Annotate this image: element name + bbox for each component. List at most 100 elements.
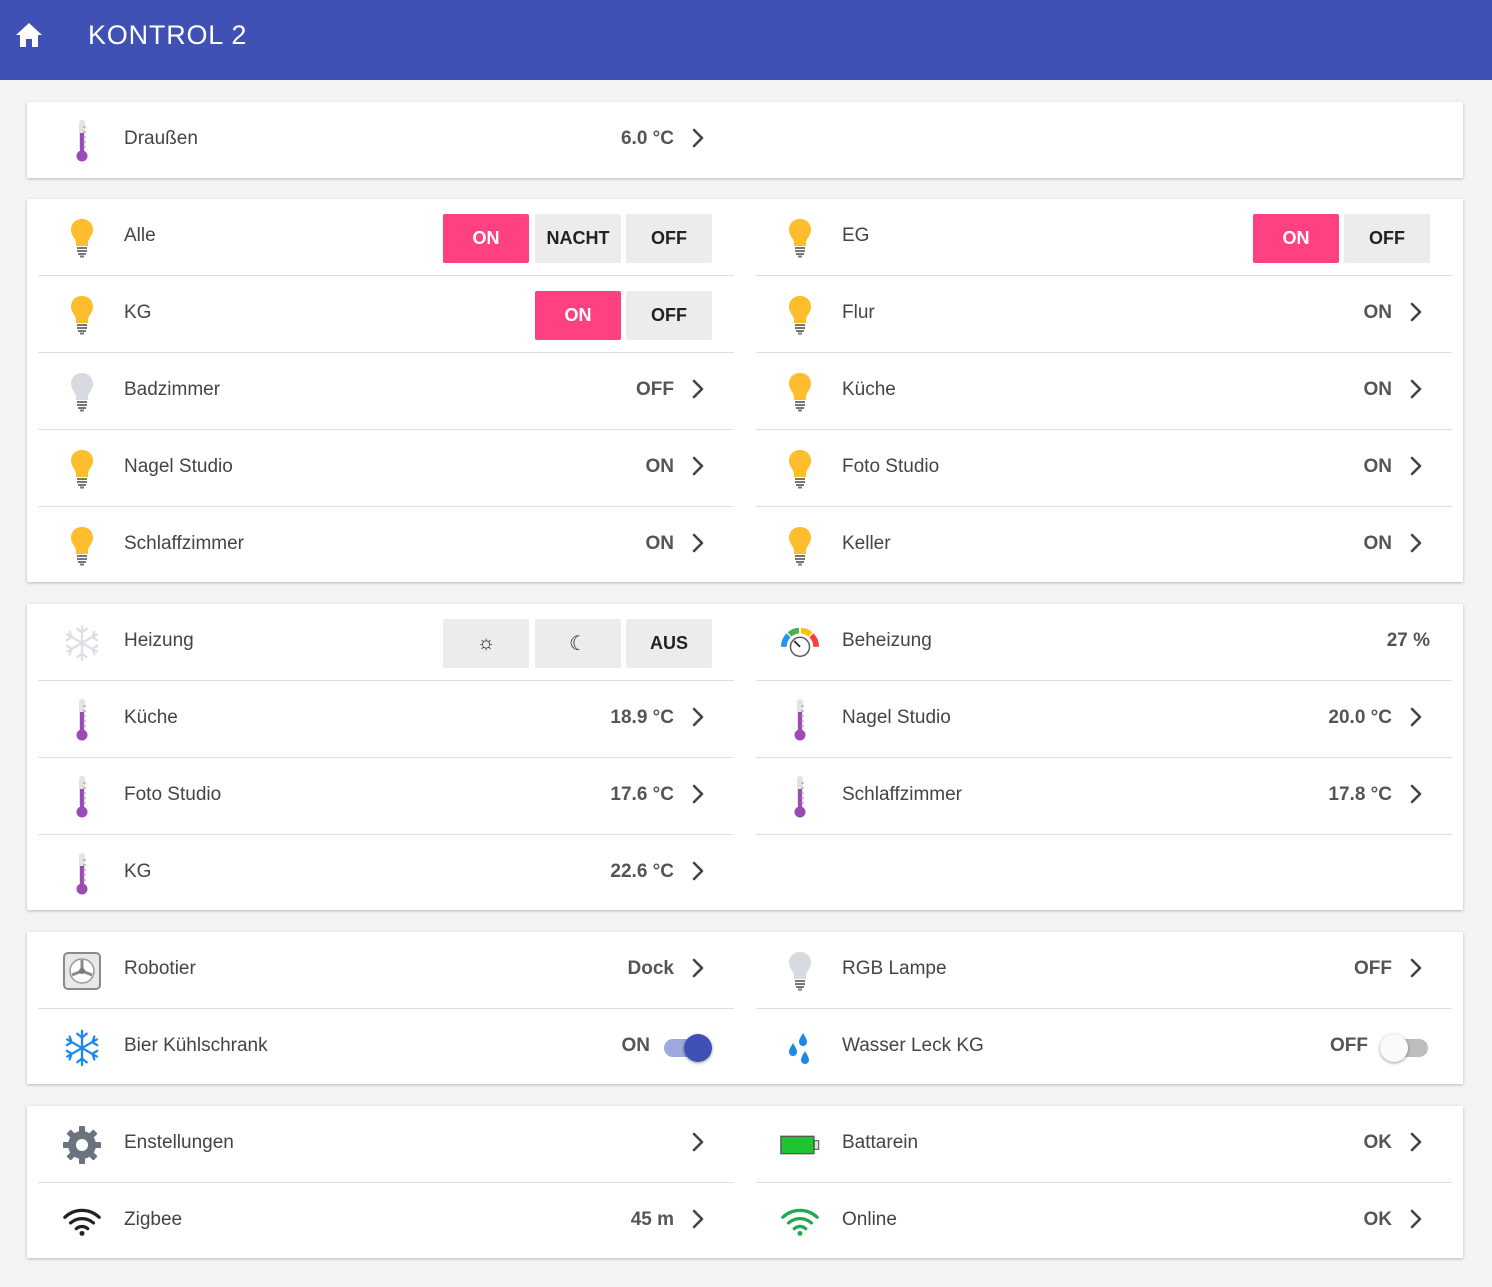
eg-off-button[interactable]: OFF — [1344, 214, 1430, 263]
chevron-right-icon — [688, 531, 708, 555]
chevron-right-icon — [688, 1207, 708, 1231]
device-state: ON — [621, 1035, 651, 1056]
chevron-right-icon — [688, 126, 708, 150]
temp-row-foto-studio[interactable]: Foto Studio 17.6 °C — [38, 758, 734, 835]
heating-night-button[interactable]: ☾ — [535, 619, 621, 668]
system-card: Enstellungen Zigbee 45 m Battarein OK On… — [27, 1106, 1463, 1258]
chevron-right-icon — [688, 859, 708, 883]
light-state: ON — [1363, 456, 1393, 477]
system-row-battery[interactable]: Battarein OK — [756, 1106, 1452, 1183]
temp-row-kueche[interactable]: Küche 18.9 °C — [38, 681, 734, 758]
chevron-right-icon — [688, 782, 708, 806]
light-state: ON — [1363, 533, 1393, 554]
bulb-on-icon — [62, 294, 102, 336]
light-state: ON — [1363, 379, 1393, 400]
light-label: Flur — [842, 302, 875, 323]
thermometer-icon — [62, 120, 102, 162]
system-label: Enstellungen — [124, 1132, 234, 1153]
gear-icon — [62, 1124, 102, 1166]
heating-mode-row: Heizung ☼ ☾ AUS — [38, 604, 734, 681]
chevron-right-icon — [688, 705, 708, 729]
alle-off-button[interactable]: OFF — [626, 214, 712, 263]
light-label: Schlaffzimmer — [124, 533, 245, 554]
system-row-online[interactable]: Online OK — [756, 1183, 1452, 1260]
light-label: EG — [842, 225, 870, 246]
thermometer-icon — [780, 776, 820, 818]
chevron-right-icon — [688, 956, 708, 980]
light-row-keller[interactable]: Keller ON — [756, 507, 1452, 584]
heating-day-button[interactable]: ☼ — [443, 619, 529, 668]
bulb-on-icon — [780, 371, 820, 413]
light-label: KG — [124, 302, 152, 323]
device-label: Robotier — [124, 958, 196, 979]
light-row-badzimmer[interactable]: Badzimmer OFF — [38, 353, 734, 430]
beheizung-row: Beheizung 27 % — [756, 604, 1452, 681]
system-value: OK — [1363, 1132, 1393, 1153]
battery-icon — [780, 1124, 820, 1166]
water-drops-icon — [780, 1027, 820, 1069]
chevron-right-icon — [688, 454, 708, 478]
system-label: Online — [842, 1209, 897, 1230]
app-bar: KONTROL 2 — [0, 0, 1492, 80]
chevron-right-icon — [1406, 782, 1426, 806]
bulb-on-icon — [62, 448, 102, 490]
temp-value: 17.8 °C — [1328, 784, 1392, 805]
devices-card: Robotier Dock Bier Kühlschrank ON RGB La… — [27, 932, 1463, 1084]
wifi-icon — [62, 1201, 102, 1243]
system-row-settings[interactable]: Enstellungen — [38, 1106, 734, 1183]
thermometer-icon — [62, 853, 102, 895]
outside-row[interactable]: Draußen 6.0 °C — [38, 102, 734, 179]
temp-row-schlaffzimmer[interactable]: Schlaffzimmer 17.8 °C — [756, 758, 1452, 835]
thermometer-icon — [62, 776, 102, 818]
bulb-on-icon — [780, 217, 820, 259]
light-row-schlaffzimmer[interactable]: Schlaffzimmer ON — [38, 507, 734, 584]
system-row-zigbee[interactable]: Zigbee 45 m — [38, 1183, 734, 1260]
temp-row-kg[interactable]: KG 22.6 °C — [38, 835, 734, 912]
device-row-bier-kuehlschrank: Bier Kühlschrank ON — [38, 1009, 734, 1086]
fridge-toggle[interactable] — [662, 1033, 712, 1063]
temp-value: 17.6 °C — [610, 784, 674, 805]
chevron-right-icon — [1406, 1207, 1426, 1231]
bulb-on-icon — [780, 294, 820, 336]
beheizung-label: Beheizung — [842, 630, 932, 651]
device-state: Dock — [627, 958, 674, 979]
system-label: Battarein — [842, 1132, 919, 1153]
light-row-nagel-studio[interactable]: Nagel Studio ON — [38, 430, 734, 507]
device-label: RGB Lampe — [842, 958, 947, 979]
light-row-flur[interactable]: Flur ON — [756, 276, 1452, 353]
alle-on-button[interactable]: ON — [443, 214, 529, 263]
system-value: 45 m — [630, 1209, 674, 1230]
water-leak-toggle[interactable] — [1380, 1033, 1430, 1063]
light-label: Alle — [124, 225, 156, 246]
alle-nacht-button[interactable]: NACHT — [535, 214, 621, 263]
light-state: ON — [645, 456, 675, 477]
home-icon[interactable] — [14, 20, 44, 50]
bulb-on-icon — [780, 525, 820, 567]
outside-label: Draußen — [124, 128, 198, 149]
device-row-robotier[interactable]: Robotier Dock — [38, 932, 734, 1009]
device-label: Bier Kühlschrank — [124, 1035, 268, 1056]
bulb-off-icon — [780, 950, 820, 992]
chevron-right-icon — [688, 377, 708, 401]
kg-off-button[interactable]: OFF — [626, 291, 712, 340]
chevron-right-icon — [1406, 454, 1426, 478]
light-label: Nagel Studio — [124, 456, 233, 477]
light-row-kueche[interactable]: Küche ON — [756, 353, 1452, 430]
temp-label: Küche — [124, 707, 178, 728]
light-row-foto-studio[interactable]: Foto Studio ON — [756, 430, 1452, 507]
light-state: OFF — [636, 379, 674, 400]
eg-on-button[interactable]: ON — [1253, 214, 1339, 263]
chevron-right-icon — [1406, 377, 1426, 401]
chevron-right-icon — [1406, 1130, 1426, 1154]
kg-on-button[interactable]: ON — [535, 291, 621, 340]
device-row-rgb-lampe[interactable]: RGB Lampe OFF — [756, 932, 1452, 1009]
outside-card: Draußen 6.0 °C — [27, 102, 1463, 178]
temp-label: KG — [124, 861, 152, 882]
bulb-off-icon — [62, 371, 102, 413]
chevron-right-icon — [1406, 705, 1426, 729]
light-state: ON — [1363, 302, 1393, 323]
temp-row-nagel-studio[interactable]: Nagel Studio 20.0 °C — [756, 681, 1452, 758]
temp-label: Foto Studio — [124, 784, 222, 805]
device-state: OFF — [1330, 1035, 1368, 1056]
heating-off-button[interactable]: AUS — [626, 619, 712, 668]
